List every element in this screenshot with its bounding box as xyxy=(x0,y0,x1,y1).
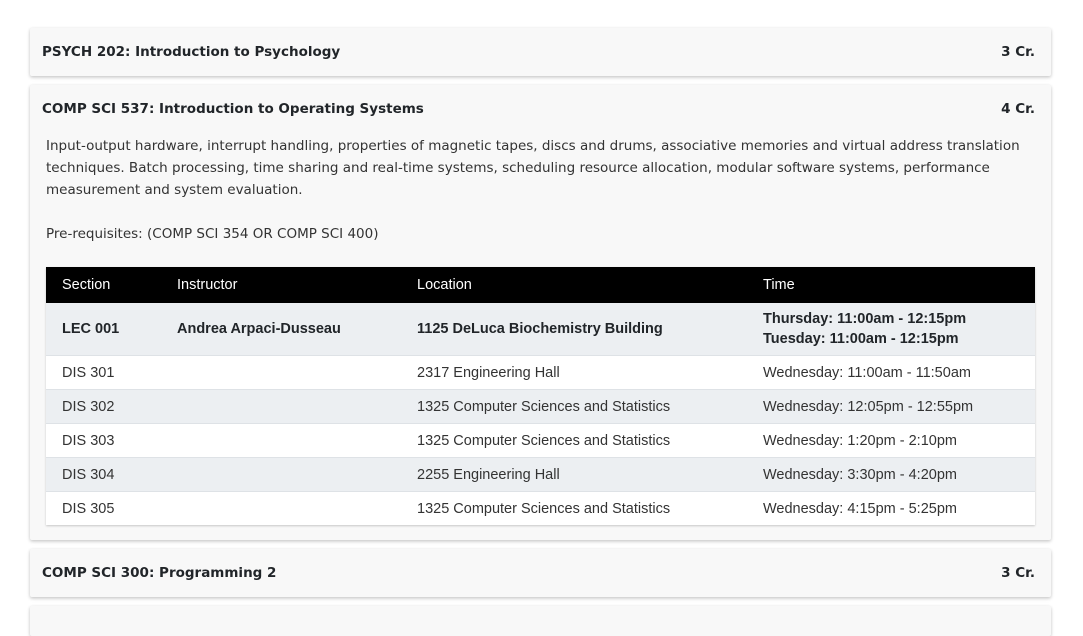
course-description: Input-output hardware, interrupt handlin… xyxy=(46,138,1020,198)
course-card-psych-202: PSYCH 202: Introduction to Psychology 3 … xyxy=(30,28,1051,76)
table-row-lecture[interactable]: LEC 001 Andrea Arpaci-Dusseau 1125 DeLuc… xyxy=(46,303,1035,356)
instructor-cell xyxy=(161,389,401,424)
course-card-next[interactable] xyxy=(30,606,1051,636)
section-cell: DIS 304 xyxy=(46,457,161,492)
course-title: PSYCH 202: Introduction to Psychology xyxy=(42,44,341,60)
section-cell: LEC 001 xyxy=(46,303,161,356)
course-header[interactable]: PSYCH 202: Introduction to Psychology 3 … xyxy=(30,28,1051,76)
instructor-cell xyxy=(161,491,401,525)
time-line: Thursday: 11:00am - 12:15pm xyxy=(763,311,967,327)
header-instructor: Instructor xyxy=(177,277,238,293)
course-details: Input-output hardware, interrupt handlin… xyxy=(30,133,1051,541)
course-credits: 3 Cr. xyxy=(1001,565,1035,581)
sections-table: Section Instructor Location Time LEC 001… xyxy=(46,267,1035,525)
course-header[interactable]: COMP SCI 300: Programming 2 3 Cr. xyxy=(30,549,1051,597)
course-title: COMP SCI 537: Introduction to Operating … xyxy=(42,101,424,117)
time-cell: Wednesday: 12:05pm - 12:55pm xyxy=(747,389,1035,424)
course-prerequisites: Pre-requisites: (COMP SCI 354 OR COMP SC… xyxy=(46,226,379,242)
header-time: Time xyxy=(763,277,795,293)
section-cell: DIS 303 xyxy=(46,423,161,458)
location-cell: 2317 Engineering Hall xyxy=(401,355,747,390)
course-header[interactable]: COMP SCI 537: Introduction to Operating … xyxy=(30,85,1051,133)
time-line: Tuesday: 11:00am - 12:15pm xyxy=(763,331,959,347)
course-credits: 3 Cr. xyxy=(1001,44,1035,60)
header-location: Location xyxy=(417,277,472,293)
table-row[interactable]: DIS 305 1325 Computer Sciences and Stati… xyxy=(46,491,1035,525)
course-credits: 4 Cr. xyxy=(1001,101,1035,117)
table-row[interactable]: DIS 303 1325 Computer Sciences and Stati… xyxy=(46,423,1035,458)
section-cell: DIS 305 xyxy=(46,491,161,525)
location-cell: 1325 Computer Sciences and Statistics xyxy=(401,389,747,424)
table-row[interactable]: DIS 304 2255 Engineering Hall Wednesday:… xyxy=(46,457,1035,492)
instructor-cell xyxy=(161,355,401,390)
location-cell: 1125 DeLuca Biochemistry Building xyxy=(401,303,747,356)
section-cell: DIS 302 xyxy=(46,389,161,424)
time-cell: Thursday: 11:00am - 12:15pm Tuesday: 11:… xyxy=(747,303,1035,356)
location-cell: 1325 Computer Sciences and Statistics xyxy=(401,491,747,525)
course-title: COMP SCI 300: Programming 2 xyxy=(42,565,277,581)
table-row[interactable]: DIS 302 1325 Computer Sciences and Stati… xyxy=(46,389,1035,424)
course-card-comp-sci-300: COMP SCI 300: Programming 2 3 Cr. xyxy=(30,549,1051,597)
header-section: Section xyxy=(62,277,111,293)
time-cell: Wednesday: 3:30pm - 4:20pm xyxy=(747,457,1035,492)
table-row[interactable]: DIS 301 2317 Engineering Hall Wednesday:… xyxy=(46,355,1035,390)
time-cell: Wednesday: 4:15pm - 5:25pm xyxy=(747,491,1035,525)
instructor-cell xyxy=(161,423,401,458)
instructor-cell: Andrea Arpaci-Dusseau xyxy=(161,303,401,356)
table-header-row: Section Instructor Location Time xyxy=(46,267,1035,303)
location-cell: 2255 Engineering Hall xyxy=(401,457,747,492)
location-cell: 1325 Computer Sciences and Statistics xyxy=(401,423,747,458)
course-card-comp-sci-537: COMP SCI 537: Introduction to Operating … xyxy=(30,85,1051,540)
instructor-cell xyxy=(161,457,401,492)
section-cell: DIS 301 xyxy=(46,355,161,390)
time-cell: Wednesday: 11:00am - 11:50am xyxy=(747,355,1035,390)
time-cell: Wednesday: 1:20pm - 2:10pm xyxy=(747,423,1035,458)
